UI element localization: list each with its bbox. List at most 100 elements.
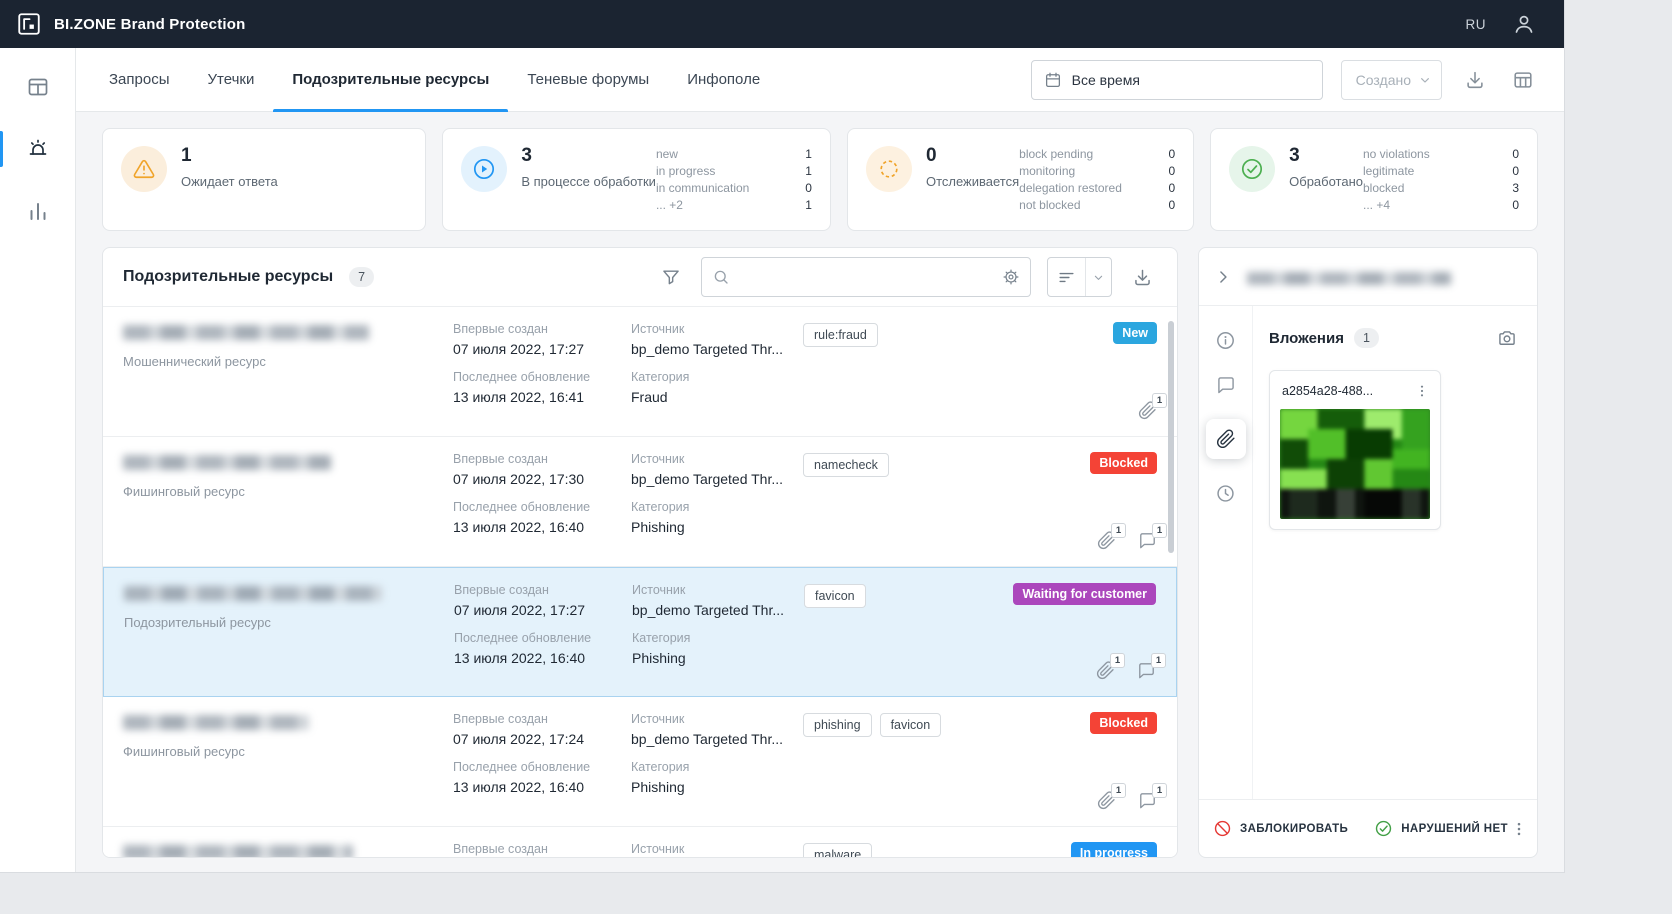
attachments-indicator[interactable]: 1 [1096,653,1125,680]
date-range-picker[interactable]: Все время [1030,59,1323,100]
attachments-indicator[interactable]: 1 [1097,523,1126,550]
stat-card-in-progress[interactable]: 3 В процессе обработки new 1 in progress 1… [442,128,831,231]
tag-chip[interactable]: phishing [803,713,872,737]
camera-icon [1499,331,1515,345]
first-created-value: 07 июля 2022, 17:30 [453,471,585,487]
history-tab[interactable] [1215,483,1236,504]
tab-suspicious-resources[interactable]: Подозрительные ресурсы [273,48,509,112]
resource-row[interactable]: Фишинговый ресурс Впервые создан 07 июля… [103,437,1177,567]
no-violations-action-button[interactable]: НАРУШЕНИЙ НЕТ [1374,819,1508,838]
user-icon[interactable] [1512,12,1536,36]
sort-dropdown-caret[interactable] [1085,258,1111,296]
attachments-count: 1 [1152,393,1167,408]
block-prohibition-icon [1213,819,1232,838]
tag-chip[interactable]: namecheck [803,453,889,477]
stat-value: 3 [1289,145,1300,166]
stat-value: 3 [521,145,532,166]
sort-button[interactable] [1048,258,1085,296]
comments-indicator[interactable]: 1 [1137,653,1166,680]
comments-count: 1 [1151,653,1166,668]
tag-chip[interactable]: favicon [879,713,942,737]
list-download-button[interactable] [1128,263,1157,292]
status-badge: Blocked [1090,452,1157,474]
table-view-button[interactable] [1508,65,1538,95]
comment-icon [1217,377,1234,394]
sidebar-item-alerts[interactable] [0,118,75,180]
tabs-bar: Запросы Утечки Подозрительные ресурсы Те… [76,48,1564,112]
play-circle-icon [461,146,508,192]
sidebar-item-dashboard[interactable] [0,56,75,118]
attachments-tab-active[interactable] [1205,419,1246,459]
attachment-menu-kebab-icon[interactable] [1412,381,1432,401]
stat-card-waiting-answer[interactable]: 1 Ожидает ответа [102,128,427,231]
detail-title-redacted [1247,271,1451,285]
list-count-badge: 7 [349,267,375,287]
tab-utechki[interactable]: Утечки [189,48,274,111]
check-circle-icon [1229,146,1276,192]
sidebar-item-reports[interactable] [0,180,75,242]
attachments-count: 1 [1111,783,1126,798]
block-action-button[interactable]: ЗАБЛОКИРОВАТЬ [1213,819,1348,838]
stat-label: Отслеживается [925,174,1020,189]
last-updated-label: Последнее обновление [453,760,591,774]
breakdown-label: ... +4 [1363,198,1391,212]
language-switcher[interactable]: RU [1466,17,1487,32]
attachments-indicator[interactable]: 1 [1138,393,1167,420]
stat-card-processed[interactable]: 3 Обработано no violations 0 legitimate 0 … [1210,128,1538,231]
info-tab[interactable] [1215,330,1236,351]
breakdown-label: block pending [1019,147,1094,161]
tag-chip[interactable]: rule:fraud [803,323,878,347]
resource-detail-panel: Вложения 1 a2854a28-488... ЗАБЛОКИРОВАТЬ… [1198,247,1538,858]
last-updated-value: 13 июля 2022, 16:40 [454,650,586,666]
comments-indicator[interactable]: 1 [1138,523,1167,550]
screenshot-camera-button[interactable] [1493,324,1521,352]
last-updated-value: 13 июля 2022, 16:41 [453,389,585,405]
last-updated-value: 13 июля 2022, 16:40 [453,779,585,795]
block-action-label: ЗАБЛОКИРОВАТЬ [1240,822,1349,835]
export-download-button[interactable] [1460,65,1490,95]
attachments-indicator[interactable]: 1 [1097,783,1126,810]
last-updated-label: Последнее обновление [453,500,591,514]
breakdown-value: 0 [1512,164,1519,178]
search-settings-gear-icon[interactable] [1002,268,1020,286]
attachment-thumbnail[interactable] [1280,409,1430,519]
sort-field-select[interactable]: Создано [1340,59,1442,100]
tag-chip[interactable]: malware [803,843,873,857]
first-created-value: 07 июля 2022, 17:27 [453,341,585,357]
breakdown-value: 3 [1512,181,1519,195]
search-input[interactable] [738,269,994,285]
resource-row[interactable]: Фишинговый ресурс Впервые создан 07 июля… [103,697,1177,827]
resource-row-selected[interactable]: Подозрительный ресурс Впервые создан 07 … [103,567,1177,697]
collapse-panel-chevron-icon[interactable] [1213,267,1233,287]
breakdown-value: 0 [805,181,812,195]
tab-label: Утечки [207,71,255,88]
filter-button[interactable] [657,263,685,291]
breakdown-label: monitoring [1019,164,1076,178]
stat-card-monitoring[interactable]: 0 Отслеживается block pending 0 monitorin… [846,128,1195,231]
source-label: Источник [632,583,686,597]
resource-row[interactable]: Впервые создан 07 июля 2022, 17:29 Источ… [103,827,1177,857]
resource-type: Фишинговый ресурс [123,744,245,759]
tab-label: Запросы [109,71,170,88]
tag-chip[interactable]: favicon [804,584,866,608]
list-title: Подозрительные ресурсы [123,268,334,285]
search-icon [712,268,730,286]
resource-row[interactable]: Мошеннический ресурс Впервые создан 07 и… [103,307,1177,437]
status-badge: Blocked [1090,712,1157,734]
last-updated-label: Последнее обновление [453,370,591,384]
chevron-down-icon [1417,72,1433,88]
more-actions-kebab-icon[interactable] [1508,818,1530,840]
stats-row: 1 Ожидает ответа 3 В процессе обработки … [102,128,1538,231]
breakdown-value: 0 [1168,198,1176,212]
tab-shadow-forums[interactable]: Теневые форумы [508,48,668,111]
tab-infopole[interactable]: Инфополе [668,48,779,111]
comments-indicator[interactable]: 1 [1138,783,1167,810]
check-circle-icon [1374,819,1393,838]
list-scrollbar[interactable] [1168,321,1174,553]
active-tab-underline [273,109,509,112]
tab-zaprosy[interactable]: Запросы [90,48,189,111]
source-label: Источник [631,322,685,336]
attachment-card[interactable]: a2854a28-488... [1269,370,1441,530]
comments-tab[interactable] [1216,375,1236,395]
first-created-label: Впервые создан [453,842,548,856]
